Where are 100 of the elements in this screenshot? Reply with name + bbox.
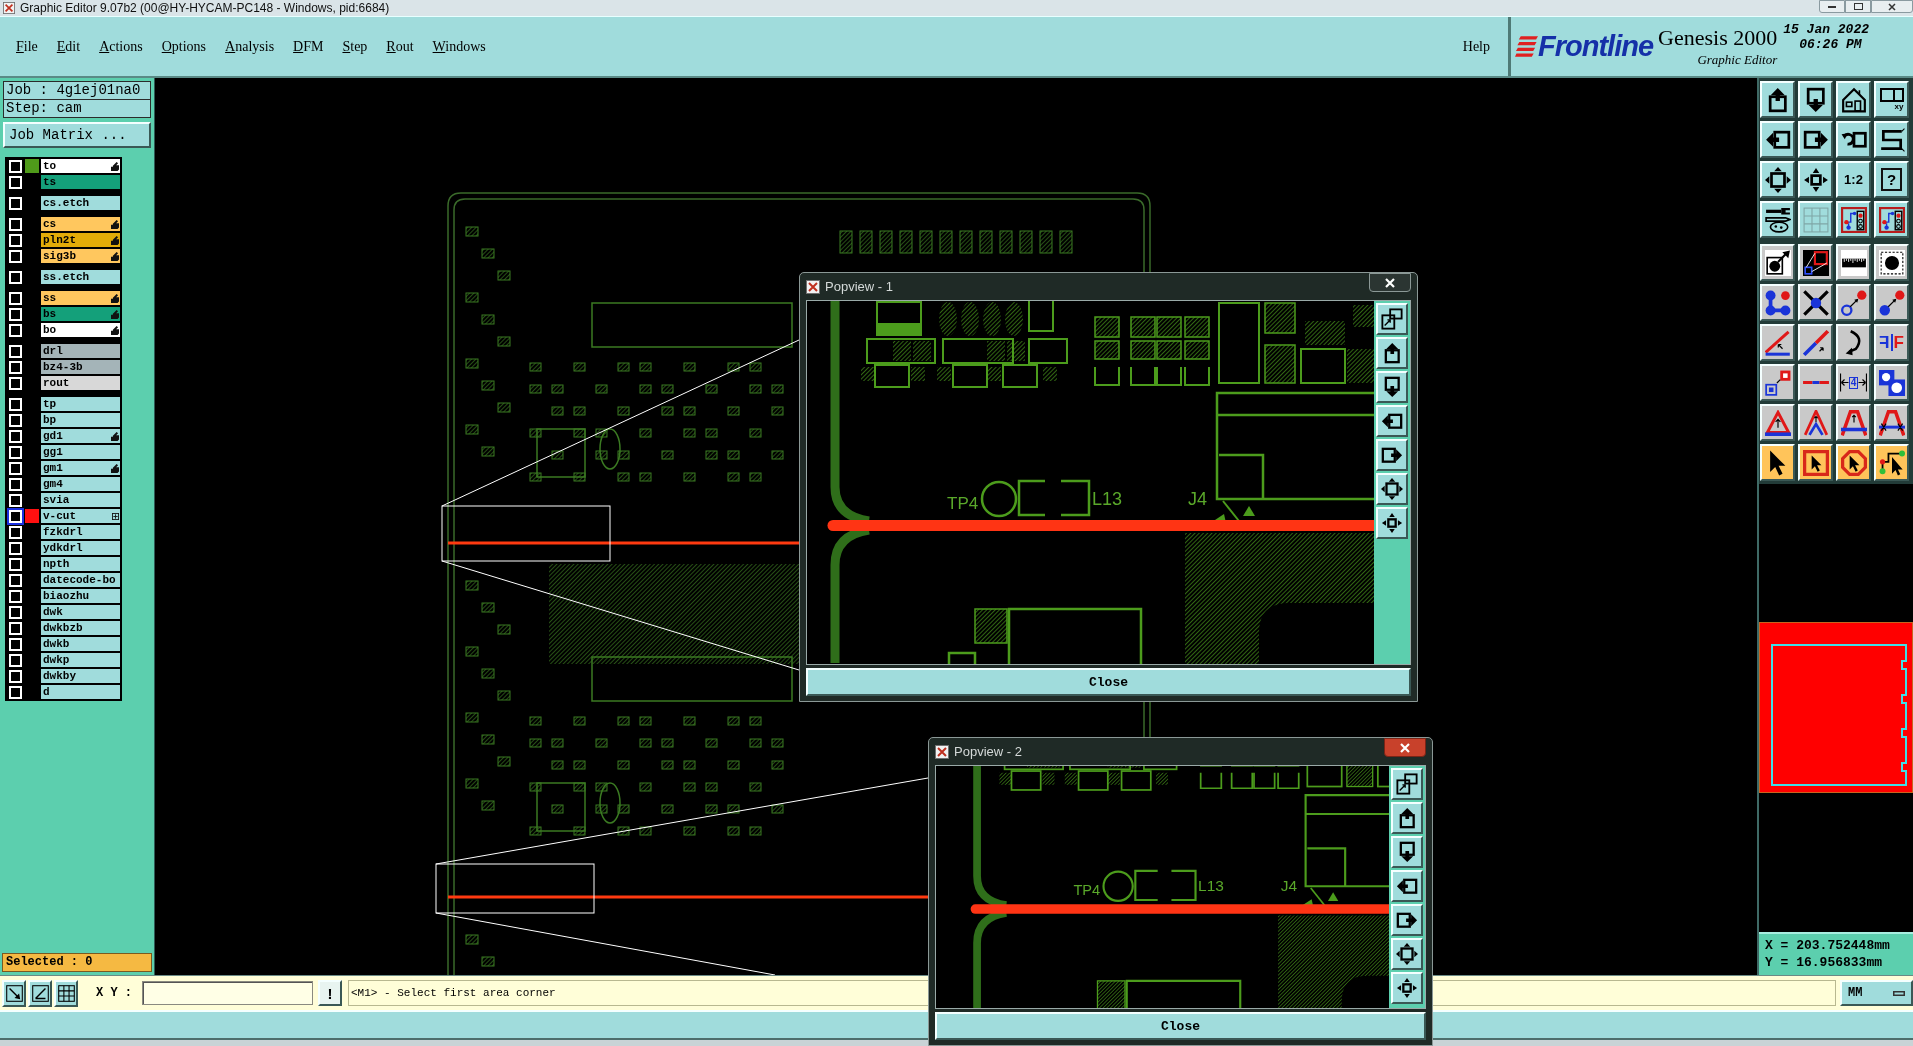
tool-button[interactable]: [1874, 121, 1909, 158]
layer-name[interactable]: to: [41, 159, 120, 173]
tool-button[interactable]: [1798, 444, 1833, 481]
menu-item[interactable]: Windows: [432, 39, 486, 54]
close-button[interactable]: Close: [806, 668, 1411, 696]
layer-name[interactable]: ss.etch: [41, 270, 120, 284]
tool-button[interactable]: [1836, 121, 1871, 158]
layer-checkbox[interactable]: [9, 291, 22, 305]
tool-button[interactable]: [1874, 244, 1909, 281]
tool-button[interactable]: [1760, 444, 1795, 481]
tool-button[interactable]: [1836, 404, 1871, 441]
layer-checkbox[interactable]: [9, 589, 22, 603]
tool-button[interactable]: [1391, 870, 1423, 902]
layer-checkbox[interactable]: [9, 541, 22, 555]
layer-checkbox[interactable]: [9, 307, 22, 321]
tool-button[interactable]: [1798, 364, 1833, 401]
tool-button[interactable]: [1376, 507, 1408, 539]
layer-name[interactable]: ts: [41, 175, 120, 189]
layer-name[interactable]: gd1: [41, 429, 120, 443]
close-button[interactable]: Close: [935, 1012, 1426, 1040]
layer-name[interactable]: bo: [41, 323, 120, 337]
layer-name[interactable]: fzkdrl: [41, 525, 120, 539]
layer-name[interactable]: ydkdrl: [41, 541, 120, 555]
layer-name[interactable]: gm1: [41, 461, 120, 475]
tool-button[interactable]: [1836, 201, 1871, 238]
layer-checkbox[interactable]: [9, 685, 22, 699]
layer-checkbox[interactable]: [9, 605, 22, 619]
tool-button[interactable]: [1391, 972, 1423, 1004]
layer-name[interactable]: npth: [41, 557, 120, 571]
layer-name[interactable]: biaozhu: [41, 589, 120, 603]
units-dropdown[interactable]: MM: [1840, 980, 1913, 1006]
tool-button[interactable]: [2, 979, 26, 1007]
layer-name[interactable]: cs.etch: [41, 196, 120, 210]
layer-name[interactable]: svia: [41, 493, 120, 507]
tool-button[interactable]: [1798, 81, 1833, 118]
coordinate-input[interactable]: [142, 981, 313, 1005]
layer-checkbox[interactable]: [9, 323, 22, 337]
tool-button[interactable]: [54, 979, 78, 1007]
tool-button[interactable]: [1760, 81, 1795, 118]
layer-name[interactable]: gg1: [41, 445, 120, 459]
layer-name[interactable]: dwkb: [41, 637, 120, 651]
layer-checkbox[interactable]: [9, 525, 22, 539]
tool-button[interactable]: 1:2: [1836, 161, 1871, 198]
tool-button[interactable]: [1760, 161, 1795, 198]
layer-checkbox[interactable]: [9, 344, 22, 358]
alert-button[interactable]: !: [318, 980, 342, 1006]
tool-button[interactable]: [1760, 121, 1795, 158]
tool-button[interactable]: [1760, 324, 1795, 361]
tool-button[interactable]: [1874, 364, 1909, 401]
layer-checkbox[interactable]: [9, 270, 22, 284]
close-button[interactable]: [1369, 273, 1411, 292]
tool-button[interactable]: [1798, 324, 1833, 361]
layer-checkbox[interactable]: [9, 397, 22, 411]
tool-button[interactable]: [1760, 244, 1795, 281]
layer-name[interactable]: pln2t: [41, 233, 120, 247]
tool-button[interactable]: [1836, 324, 1871, 361]
layer-checkbox[interactable]: [9, 376, 22, 390]
layer-name[interactable]: tp: [41, 397, 120, 411]
tool-button[interactable]: F F: [1874, 324, 1909, 361]
tool-button[interactable]: [28, 979, 52, 1007]
layer-checkbox[interactable]: [9, 445, 22, 459]
help-menu[interactable]: Help: [1462, 39, 1490, 54]
job-matrix-button[interactable]: Job Matrix ...: [3, 122, 151, 148]
menu-item[interactable]: Analysis: [225, 39, 275, 54]
tool-button[interactable]: [1376, 303, 1408, 335]
tool-button[interactable]: xy: [1874, 81, 1909, 118]
tool-button[interactable]: [1798, 404, 1833, 441]
layer-name[interactable]: gm4: [41, 477, 120, 491]
layer-checkbox[interactable]: [9, 159, 22, 173]
layer-checkbox[interactable]: [9, 493, 22, 507]
tool-button[interactable]: [1376, 405, 1408, 437]
tool-button[interactable]: [1391, 768, 1423, 800]
close-button[interactable]: [1384, 738, 1426, 757]
layer-checkbox[interactable]: [9, 669, 22, 683]
tool-button[interactable]: [1391, 938, 1423, 970]
layer-checkbox[interactable]: [9, 249, 22, 263]
layer-name[interactable]: datecode-bo: [41, 573, 120, 587]
tool-button[interactable]: [1874, 201, 1909, 238]
tool-button[interactable]: [1760, 201, 1795, 238]
tool-button[interactable]: [1836, 244, 1871, 281]
tool-button[interactable]: [1836, 444, 1871, 481]
tool-button[interactable]: [1874, 444, 1909, 481]
tool-button[interactable]: [1391, 904, 1423, 936]
layer-checkbox[interactable]: [9, 477, 22, 491]
tool-button[interactable]: [1376, 473, 1408, 505]
tool-button[interactable]: [1376, 337, 1408, 369]
tool-button[interactable]: ?: [1874, 161, 1909, 198]
tool-button[interactable]: [1760, 404, 1795, 441]
tool-button[interactable]: [1391, 836, 1423, 868]
layer-name[interactable]: sig3b: [41, 249, 120, 263]
tool-button[interactable]: [1376, 439, 1408, 471]
menu-item[interactable]: File: [16, 39, 38, 54]
tool-button[interactable]: [1760, 364, 1795, 401]
tool-button[interactable]: 4: [1836, 364, 1871, 401]
menu-item[interactable]: Rout: [386, 39, 414, 54]
tool-button[interactable]: [1798, 161, 1833, 198]
layer-name[interactable]: dwkby: [41, 669, 120, 683]
menu-item[interactable]: Actions: [99, 39, 143, 54]
layer-name[interactable]: bp: [41, 413, 120, 427]
tool-button[interactable]: [1798, 121, 1833, 158]
